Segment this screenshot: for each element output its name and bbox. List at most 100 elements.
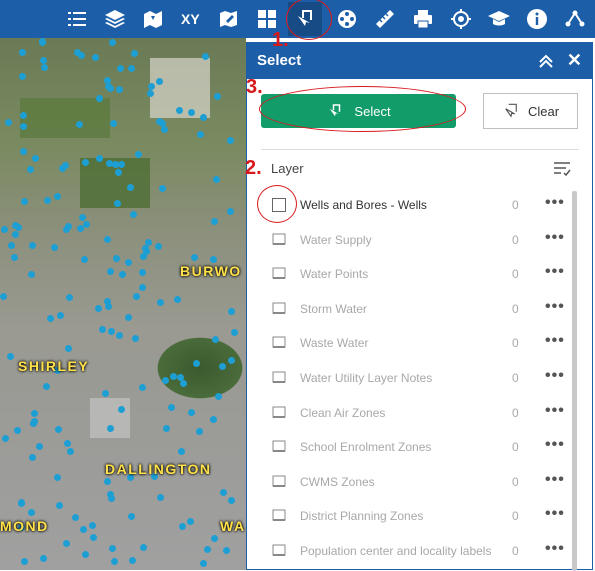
well-point[interactable] (66, 294, 73, 301)
well-point[interactable] (104, 478, 111, 485)
layer-disabled-icon[interactable] (272, 302, 286, 316)
well-point[interactable] (80, 526, 87, 533)
layer-row[interactable]: Population center and locality labels 0 ••… (247, 535, 577, 569)
well-point[interactable] (90, 534, 97, 541)
well-point[interactable] (39, 39, 46, 46)
well-point[interactable] (82, 159, 89, 166)
well-point[interactable] (135, 151, 142, 158)
layer-disabled-icon[interactable] (272, 371, 286, 385)
well-point[interactable] (63, 540, 70, 547)
well-point[interactable] (228, 357, 235, 364)
well-point[interactable] (83, 221, 90, 228)
well-point[interactable] (95, 305, 102, 312)
well-point[interactable] (214, 93, 221, 100)
well-point[interactable] (210, 416, 217, 423)
well-point[interactable] (196, 428, 203, 435)
well-point[interactable] (40, 555, 47, 562)
well-point[interactable] (56, 502, 63, 509)
well-point[interactable] (55, 426, 62, 433)
measure-ruler-icon[interactable] (368, 2, 402, 36)
more-options-icon[interactable]: ••• (545, 332, 565, 350)
well-point[interactable] (133, 293, 140, 300)
well-point[interactable] (76, 121, 83, 128)
well-point[interactable] (127, 184, 134, 191)
well-point[interactable] (107, 491, 114, 498)
well-point[interactable] (29, 242, 36, 249)
well-point[interactable] (59, 165, 66, 172)
info-icon[interactable] (520, 2, 554, 36)
well-point[interactable] (156, 118, 163, 125)
well-point[interactable] (178, 448, 185, 455)
well-point[interactable] (2, 435, 9, 442)
well-point[interactable] (157, 299, 164, 306)
well-point[interactable] (219, 363, 226, 370)
well-point[interactable] (112, 161, 119, 168)
well-point[interactable] (179, 523, 186, 530)
well-point[interactable] (139, 284, 146, 291)
well-point[interactable] (111, 558, 118, 565)
layer-disabled-icon[interactable] (272, 544, 286, 558)
well-point[interactable] (159, 185, 166, 192)
well-point[interactable] (177, 374, 184, 381)
well-point[interactable] (168, 404, 175, 411)
scrollbar[interactable] (572, 191, 577, 571)
layer-disabled-icon[interactable] (272, 267, 286, 281)
well-point[interactable] (0, 293, 7, 300)
scrollbar-thumb[interactable] (572, 191, 577, 571)
well-point[interactable] (212, 336, 219, 343)
well-point[interactable] (109, 39, 116, 46)
well-point[interactable] (116, 86, 123, 93)
layer-disabled-icon[interactable] (272, 440, 286, 454)
well-point[interactable] (27, 166, 34, 173)
well-point[interactable] (21, 558, 28, 565)
more-options-icon[interactable]: ••• (545, 194, 565, 212)
legend-icon[interactable] (60, 2, 94, 36)
well-point[interactable] (28, 271, 35, 278)
well-point[interactable] (31, 410, 38, 417)
more-options-icon[interactable]: ••• (545, 471, 565, 489)
well-point[interactable] (32, 155, 39, 162)
well-point[interactable] (197, 131, 204, 138)
well-point[interactable] (54, 193, 61, 200)
well-point[interactable] (14, 427, 21, 434)
more-options-icon[interactable]: ••• (545, 263, 565, 281)
more-options-icon[interactable]: ••• (545, 505, 565, 523)
print-icon[interactable] (406, 2, 440, 36)
well-point[interactable] (92, 54, 99, 61)
well-point[interactable] (128, 65, 135, 72)
well-point[interactable] (47, 315, 54, 322)
well-point[interactable] (99, 326, 106, 333)
well-point[interactable] (220, 489, 227, 496)
well-point[interactable] (227, 137, 234, 144)
well-point[interactable] (202, 53, 209, 60)
well-point[interactable] (96, 155, 103, 162)
layer-disabled-icon[interactable] (272, 233, 286, 247)
well-point[interactable] (18, 500, 25, 507)
layer-row[interactable]: CWMS Zones 0 ••• (247, 466, 577, 500)
well-point[interactable] (211, 218, 218, 225)
well-point[interactable] (176, 107, 183, 114)
more-options-icon[interactable]: ••• (545, 229, 565, 247)
well-point[interactable] (132, 335, 139, 342)
well-point[interactable] (79, 214, 86, 221)
well-point[interactable] (210, 256, 217, 263)
well-point[interactable] (65, 345, 72, 352)
well-point[interactable] (180, 380, 187, 387)
close-icon[interactable]: ✕ (567, 50, 582, 71)
school-cap-icon[interactable] (482, 2, 516, 36)
well-point[interactable] (139, 269, 146, 276)
well-point[interactable] (215, 393, 222, 400)
well-point[interactable] (129, 557, 136, 564)
well-point[interactable] (125, 314, 132, 321)
well-point[interactable] (57, 312, 64, 319)
layer-row[interactable]: Clean Air Zones 0 ••• (247, 397, 577, 431)
well-point[interactable] (8, 242, 15, 249)
well-point[interactable] (125, 259, 132, 266)
layer-row[interactable]: Water Points 0 ••• (247, 258, 577, 292)
well-point[interactable] (148, 83, 155, 90)
well-point[interactable] (200, 114, 207, 121)
more-options-icon[interactable]: ••• (545, 298, 565, 316)
layer-disabled-icon[interactable] (272, 406, 286, 420)
well-point[interactable] (116, 332, 123, 339)
layer-row[interactable]: School Enrolment Zones 0 ••• (247, 431, 577, 465)
